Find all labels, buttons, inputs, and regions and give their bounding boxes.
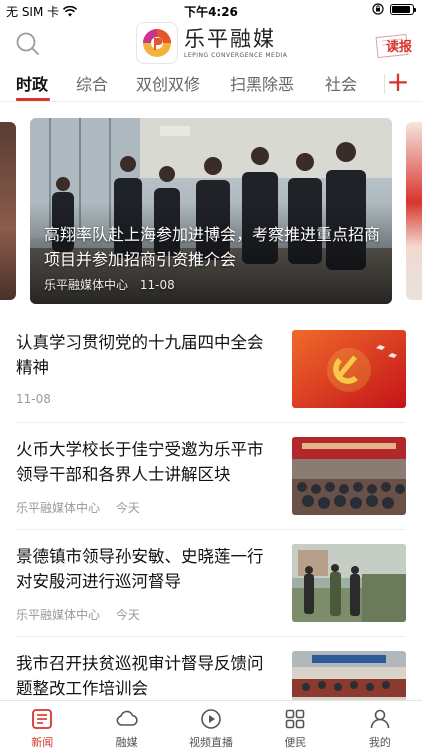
news-title: 火币大学校长于佳宁受邀为乐平市领导干部和各界人士讲解区块 [16,440,264,484]
tab-saohei[interactable]: 扫黑除恶 [230,71,294,95]
tab-shuangchuang[interactable]: 双创双修 [136,71,200,95]
read-newspaper-button[interactable]: 读报 [386,36,412,55]
person-icon [370,709,390,729]
add-channel-button[interactable]: + [384,68,412,98]
cloud-icon [116,710,138,726]
nav-media[interactable]: 融媒 [84,701,168,750]
logo-title: 乐平融媒 [184,26,276,51]
nav-services-label: 便民 [284,736,307,749]
news-title: 景德镇市领导孙安敏、史晓莲一行对安殷河进行巡河督导 [16,547,264,591]
carousel-meta: 乐平融媒体中心 11-08 [44,276,175,293]
status-time: 下午4:26 [184,5,238,19]
grid-icon [286,709,305,729]
carousel-date: 11-08 [139,278,175,292]
news-title: 认真学习贯彻党的十九届四中全会精神 [16,333,264,377]
status-bar: 无 SIM 卡 下午4:26 [0,0,422,20]
carousel-next-slide[interactable] [406,122,422,300]
news-thumbnail [292,437,406,515]
news-meta: 乐平融媒体中心 今天 [16,606,140,623]
nav-news[interactable]: 新闻 [0,701,84,750]
tab-shehui[interactable]: 社会 [325,71,357,95]
bottom-tab-bar: 新闻 融媒 视频直播 便民 我的 [0,700,422,750]
battery-fill [392,5,410,13]
news-date: 11-08 [16,392,51,406]
news-item[interactable]: 景德镇市领导孙安敏、史晓莲一行对安殷河进行巡河督导 乐平融媒体中心 今天 [16,530,406,637]
nav-media-label: 融媒 [115,736,138,749]
news-title: 我市召开扶贫巡视审计督导反馈问题整改工作培训会 [16,654,264,698]
news-date: 今天 [115,608,140,622]
carousel-slide[interactable]: 高翔率队赴上海参加进博会，考察推进重点招商项目并参加招商引资推介会 乐平融媒体中… [30,118,392,304]
news-meta: 11-08 [16,392,51,406]
channel-tabs: 时政 综合 双创双修 扫黑除恶 社会 + [0,66,422,102]
orientation-lock-icon [372,3,384,15]
nav-news-label: 新闻 [31,736,54,749]
news-source: 乐平融媒体中心 [16,501,101,515]
carousel-title: 高翔率队赴上海参加进博会，考察推进重点招商项目并参加招商引资推介会 [44,225,381,269]
nav-live-video[interactable]: 视频直播 [169,701,253,750]
news-thumbnail [292,330,406,408]
news-date: 今天 [115,501,140,515]
tab-zonghe[interactable]: 综合 [76,71,108,95]
news-meta: 乐平融媒体中心 今天 [16,499,140,516]
nav-profile-label: 我的 [368,736,391,749]
news-item[interactable]: 火币大学校长于佳宁受邀为乐平市领导干部和各界人士讲解区块 乐平融媒体中心 今天 [16,423,406,530]
news-source: 乐平融媒体中心 [16,608,101,622]
app-logo: 乐平融媒 LEPING CONVERGENCE MEDIA [136,22,287,64]
news-icon [32,709,53,729]
headline-carousel[interactable]: 高翔率队赴上海参加进博会，考察推进重点招商项目并参加招商引资推介会 乐平融媒体中… [0,118,422,304]
logo-text: 乐平融媒 LEPING CONVERGENCE MEDIA [184,27,287,60]
active-tab-indicator [16,98,50,101]
app-header: 乐平融媒 LEPING CONVERGENCE MEDIA 读报 [0,20,422,66]
tab-shizheng[interactable]: 时政 [16,71,48,95]
carousel-source: 乐平融媒体中心 [44,278,129,292]
carousel-prev-slide[interactable] [0,122,16,300]
news-item[interactable]: 认真学习贯彻党的十九届四中全会精神 11-08 [16,316,406,423]
play-icon [201,709,221,729]
logo-subtitle: LEPING CONVERGENCE MEDIA [184,51,288,59]
news-thumbnail [292,544,406,622]
logo-mark-icon [136,22,178,64]
nav-services[interactable]: 便民 [253,701,337,750]
nav-live-video-label: 视频直播 [189,736,234,749]
status-right [372,3,416,15]
battery-icon [390,3,416,15]
search-icon[interactable] [14,30,42,58]
nav-profile[interactable]: 我的 [338,701,422,750]
